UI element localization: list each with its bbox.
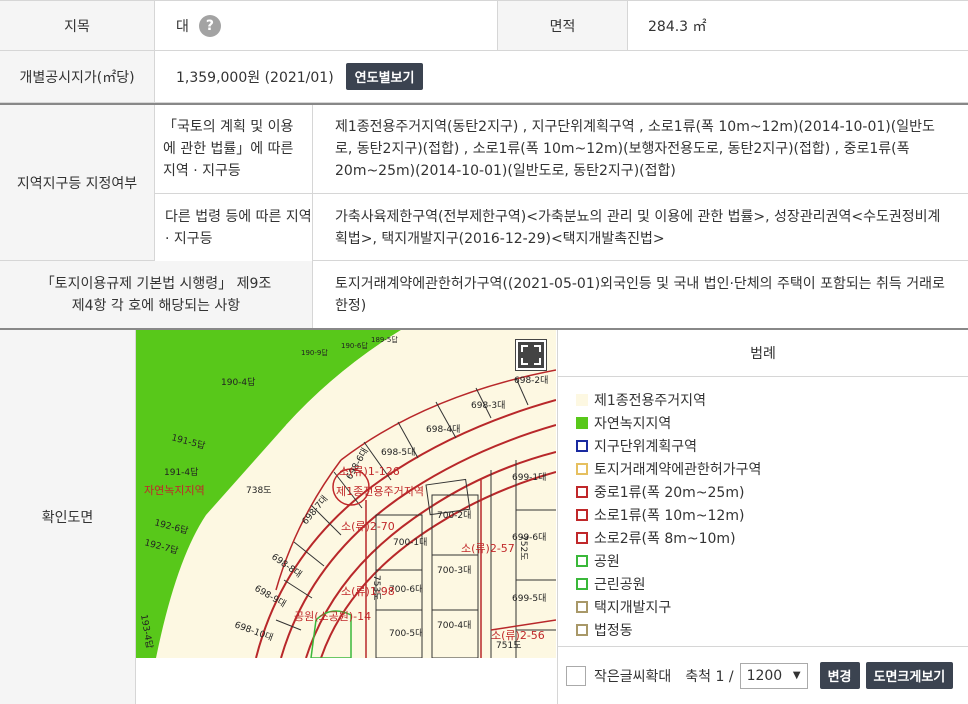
- jimok-value: 대: [176, 18, 189, 35]
- map-label-699-5: 699-5대: [512, 593, 546, 604]
- legend-item: 자연녹지지역: [576, 411, 968, 434]
- map-label-698-5: 698-5대: [381, 447, 415, 458]
- legend-label: 택지개발지구: [594, 599, 672, 616]
- zone-sub1-label: 「국토의 계획 및 이용에 관한 법률」에 따른 지역 · 지구등: [155, 105, 313, 193]
- legend-controls: 작은글씨확대 축척 1 / 1200 ▼ 변경 도면크게보기: [558, 646, 968, 704]
- legend-list: 제1종전용주거지역자연녹지지역지구단위계획구역토지거래계약에관한허가구역중로1류…: [558, 377, 968, 641]
- small-text-label: 작은글씨확대: [594, 668, 672, 685]
- zone-sub2-value: 가축사육제한구역(전부제한구역)<가축분뇨의 관리 및 이용에 관한 법률>, …: [335, 208, 941, 247]
- small-text-checkbox[interactable]: [566, 665, 586, 686]
- help-icon[interactable]: ?: [198, 14, 221, 37]
- legend-swatch: [576, 393, 588, 406]
- map-label-190-9: 190-9답: [301, 348, 328, 357]
- map-label-698-2: 698-2대: [514, 375, 548, 386]
- legend-item: 택지개발지구: [576, 595, 968, 618]
- legend-label: 소로1류(폭 10m~12m): [594, 507, 745, 524]
- legend-label: 근린공원: [594, 576, 646, 593]
- map-label-green-zone: 자연녹지지역: [144, 484, 205, 497]
- chevron-down-icon: ▼: [792, 670, 801, 681]
- fullscreen-icon[interactable]: [515, 339, 547, 371]
- map-label-700-5: 700-5대: [389, 628, 423, 639]
- scale-value: 1200: [746, 667, 783, 684]
- legend-label: 자연녹지지역: [594, 415, 672, 432]
- map-label-699-1: 699-1대: [512, 472, 546, 483]
- map-label-190-4: 190-4답: [221, 376, 255, 388]
- legend-item: 근린공원: [576, 572, 968, 595]
- enlarge-map-button[interactable]: 도면크게보기: [865, 662, 954, 689]
- map-label-698-10: 698-10대: [233, 619, 275, 643]
- scale-select[interactable]: 1200 ▼: [739, 662, 808, 689]
- legend-label: 토지거래계약에관한허가구역: [594, 461, 762, 478]
- legend-label: 지구단위계획구역: [594, 438, 698, 455]
- map-label: 확인도면: [0, 330, 136, 704]
- map-label-road-98: 소(류)1-98: [341, 585, 395, 598]
- land-use-map[interactable]: 190-4답 191-5답 191-4답 192-6답 192-7답 193-4…: [136, 330, 556, 658]
- yearly-view-button[interactable]: 연도별보기: [345, 63, 424, 90]
- scale-label: 축척 1 /: [685, 668, 734, 685]
- regulation-label: 「토지이용규제 기본법 시행령」 제9조 제4항 각 호에 해당되는 사항: [0, 261, 313, 328]
- legend-label: 공원: [594, 553, 620, 570]
- map-label-698-3: 698-3대: [471, 400, 505, 411]
- map-label-191-4: 191-4답: [164, 466, 198, 478]
- legend-label: 법정동: [594, 622, 633, 639]
- map-label-698-4: 698-4대: [426, 424, 460, 435]
- map-label-700-2: 700-2대: [437, 510, 471, 521]
- legend-title: 범례: [558, 330, 968, 377]
- map-label-700-3: 700-3대: [437, 565, 471, 576]
- jimok-row: 지목 대 ? 면적 284.3 ㎡: [0, 0, 968, 51]
- change-button[interactable]: 변경: [819, 662, 860, 689]
- legend-label: 중로1류(폭 20m~25m): [594, 484, 745, 501]
- map-label-park: 공원(소공원)-14: [294, 610, 371, 623]
- legend-label: 소로2류(폭 8m~10m): [594, 530, 736, 547]
- zone-row: 지역지구등 지정여부 「국토의 계획 및 이용에 관한 법률」에 따른 지역 ·…: [0, 103, 968, 261]
- regulation-value: 토지거래계약에관한허가구역((2021-05-01)외국인등 및 국내 법인·단…: [335, 275, 945, 314]
- legend-item: 지구단위계획구역: [576, 434, 968, 457]
- legend-item: 소로2류(폭 8m~10m): [576, 526, 968, 549]
- zone-label: 지역지구등 지정여부: [0, 105, 155, 260]
- map-label-738: 738도: [246, 486, 271, 496]
- legend-swatch: [576, 600, 588, 613]
- map-label-road-57: 소(류)2-57: [461, 542, 515, 555]
- map-label-700-4: 700-4대: [437, 620, 471, 631]
- map-label-189-5: 189-5답: [371, 335, 398, 344]
- legend-swatch: [576, 577, 588, 590]
- legend-swatch: [576, 531, 588, 544]
- map-label-road-126: 소(류)1-126: [339, 465, 400, 478]
- legend-swatch: [576, 554, 588, 567]
- legend-swatch: [576, 485, 588, 498]
- map-label-road-70: 소(류)2-70: [341, 520, 395, 533]
- legend-item: 법정동: [576, 618, 968, 641]
- legend-swatch: [576, 416, 588, 429]
- map-label-699-6: 699-6대: [512, 532, 546, 543]
- legend-item: 소로1류(폭 10m~12m): [576, 503, 968, 526]
- map-label-road-56: 소(류)2-56: [491, 629, 545, 642]
- legend-swatch: [576, 462, 588, 475]
- map-label-190-6: 190-6답: [341, 341, 368, 350]
- legend-item: 공원: [576, 549, 968, 572]
- map-label-752: 752도: [518, 535, 528, 560]
- zone-sub1-value: 제1종전용주거지역(동탄2지구) , 지구단위계획구역 , 소로1류(폭 10m…: [335, 119, 935, 179]
- regulation-row: 「토지이용규제 기본법 시행령」 제9조 제4항 각 호에 해당되는 사항 토지…: [0, 261, 968, 330]
- zone-sub2-label: 다른 법령 등에 따른 지역 · 지구등: [155, 194, 313, 261]
- map-label-residential-zone: 제1종전용주거지역: [336, 485, 424, 498]
- legend-item: 토지거래계약에관한허가구역: [576, 457, 968, 480]
- map-label-751: 751도: [496, 641, 521, 651]
- jimok-label: 지목: [0, 1, 155, 50]
- legend-label: 제1종전용주거지역: [594, 392, 706, 409]
- legend-swatch: [576, 439, 588, 452]
- map-drawing: 190-4답 191-5답 191-4답 192-6답 192-7답 193-4…: [136, 330, 556, 658]
- price-label: 개별공시지가(㎡당): [0, 51, 155, 102]
- area-value: 284.3 ㎡: [648, 18, 707, 35]
- area-label: 면적: [497, 1, 628, 50]
- map-label-698-8: 698-8대: [269, 551, 304, 580]
- legend-item: 중로1류(폭 20m~25m): [576, 480, 968, 503]
- legend-item: 제1종전용주거지역: [576, 388, 968, 411]
- map-label-700-1: 700-1대: [393, 537, 427, 548]
- legend-panel: 범례 제1종전용주거지역자연녹지지역지구단위계획구역토지거래계약에관한허가구역중…: [557, 330, 968, 704]
- price-row: 개별공시지가(㎡당) 1,359,000원 (2021/01) 연도별보기: [0, 51, 968, 103]
- price-value: 1,359,000원 (2021/01): [176, 69, 334, 86]
- legend-swatch: [576, 508, 588, 521]
- legend-swatch: [576, 623, 588, 636]
